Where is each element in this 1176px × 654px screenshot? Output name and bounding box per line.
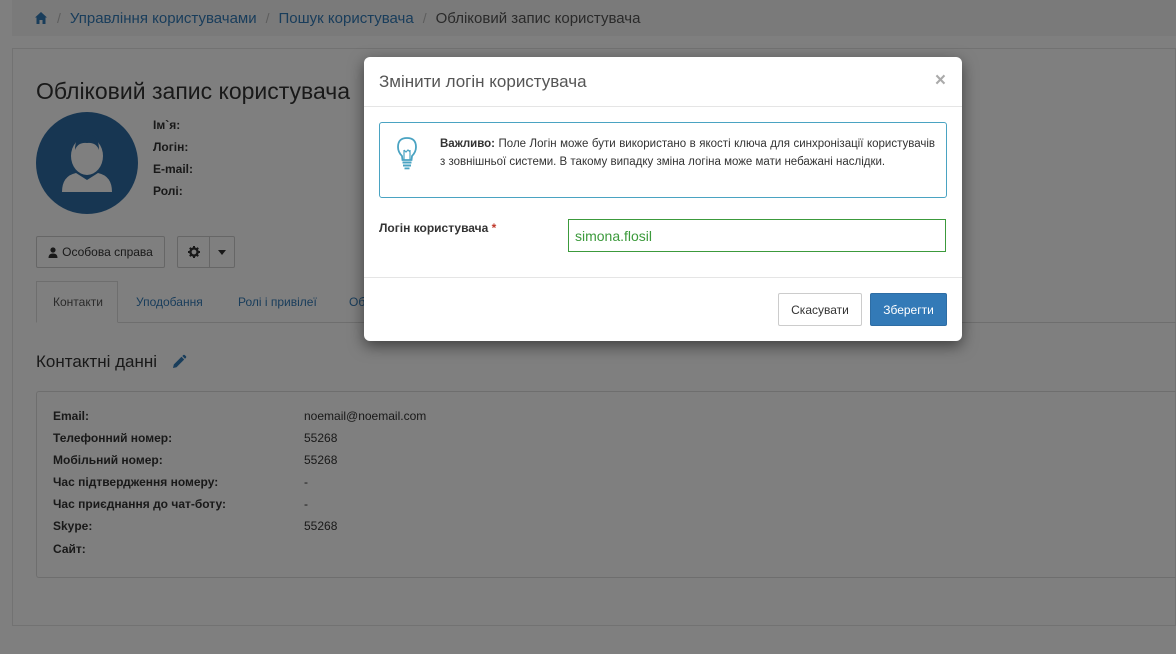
modal-title: Змінити логін користувача: [379, 72, 587, 91]
change-login-modal: Змінити логін користувача × Важливо: Пол…: [364, 57, 962, 341]
login-input[interactable]: [568, 219, 946, 252]
login-label-text: Логін користувача: [379, 221, 489, 235]
close-icon[interactable]: ×: [935, 70, 946, 92]
alert-text: Важливо: Поле Логін може бути використан…: [440, 135, 935, 171]
required-mark: *: [491, 221, 497, 235]
login-field-label: Логін користувача *: [379, 221, 496, 235]
cancel-button[interactable]: Скасувати: [778, 293, 862, 326]
modal-header: Змінити логін користувача ×: [364, 57, 962, 107]
alert-message: Поле Логін може бути використано в якост…: [440, 138, 935, 168]
modal-footer: Скасувати Зберегти: [364, 277, 962, 341]
save-button[interactable]: Зберегти: [870, 293, 947, 326]
alert-strong: Важливо:: [440, 138, 496, 150]
important-alert: Важливо: Поле Логін може бути використан…: [379, 122, 947, 198]
lightbulb-icon: [397, 137, 417, 170]
